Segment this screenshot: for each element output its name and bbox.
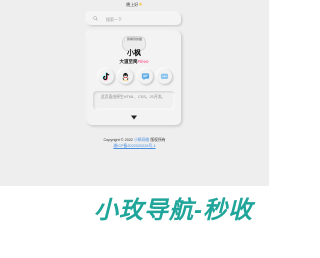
subtitle-main: 大道至简: [119, 59, 138, 64]
chevron-down-icon[interactable]: [131, 115, 137, 120]
qq-icon: [122, 72, 129, 81]
icp-link[interactable]: 湘ICP备2022020226号-1: [0, 144, 269, 149]
chat-icon: [160, 73, 169, 80]
search-icon: [93, 16, 98, 21]
image-placeholder-icon: ▫: [124, 39, 126, 43]
avatar: ▫ 我看到的猫: [122, 36, 146, 51]
message-button[interactable]: [138, 69, 153, 84]
copyright: Copyright © 2022 小枫网络 版权所有: [0, 138, 269, 143]
greeting: 晚上好☀: [0, 2, 269, 8]
copyright-prefix: Copyright © 2022: [103, 138, 134, 142]
sun-icon: ☀: [138, 2, 143, 8]
greeting-text: 晚上好: [126, 2, 139, 7]
qq-button[interactable]: [118, 69, 133, 84]
avatar-alt-text: 我看到的猫: [127, 37, 143, 41]
tiktok-button[interactable]: [99, 69, 114, 84]
tiktok-icon: [102, 72, 110, 81]
search-box[interactable]: [87, 13, 181, 25]
copyright-suffix: 版权所有: [150, 138, 166, 142]
description-box: 此页面由原生HTML、CSS，JS开发。: [93, 91, 175, 110]
page: 晚上好☀ ▫ 我看到的猫 小枫 大道至简Flevo: [0, 0, 269, 258]
profile-name: 小枫: [127, 50, 141, 57]
profile-subtitle: 大道至简Flevo: [87, 59, 181, 64]
chat-button[interactable]: [157, 69, 172, 84]
subtitle-accent: Flevo: [137, 59, 149, 64]
social-links: [98, 69, 172, 85]
author-link[interactable]: 小枫网络: [134, 138, 149, 142]
watermark: 小玫导航-秒收: [94, 197, 253, 224]
message-icon: [141, 73, 150, 81]
description-text: 此页面由原生HTML、CSS，JS开发。: [101, 95, 166, 99]
search-input[interactable]: [106, 15, 176, 23]
